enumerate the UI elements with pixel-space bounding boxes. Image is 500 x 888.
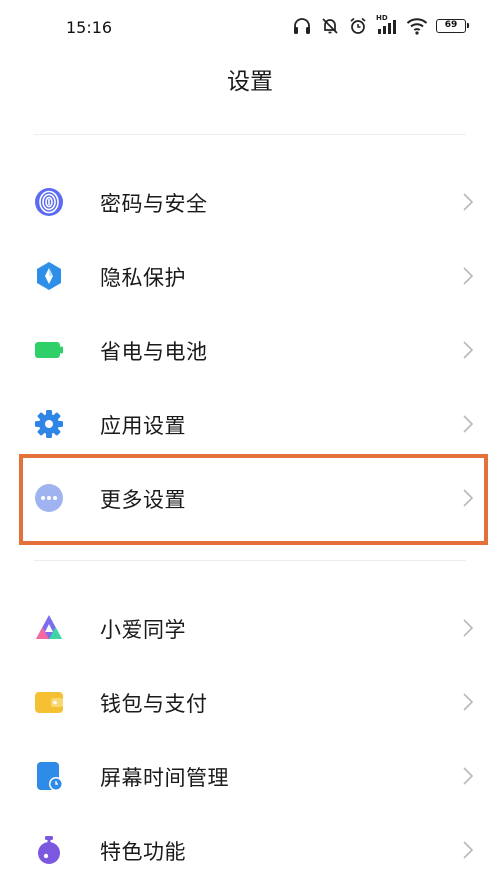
xiaoai-assistant-icon <box>36 615 62 639</box>
alarm-icon <box>350 17 366 34</box>
battery-icon: 69 <box>436 19 469 33</box>
header-divider <box>34 134 466 135</box>
chevron-right-icon <box>463 415 474 433</box>
battery-saver-icon <box>35 342 63 358</box>
settings-item-xiaoai[interactable]: 小爱同学 <box>0 590 500 664</box>
chevron-right-icon <box>463 619 474 637</box>
chevron-right-icon <box>463 193 474 211</box>
status-icons: HD 69 <box>292 14 469 38</box>
status-bar: 15:16 HD 69 <box>0 0 500 56</box>
headphones-icon <box>294 18 310 34</box>
screen-time-icon <box>37 762 63 791</box>
settings-item-label: 小爱同学 <box>100 618 186 642</box>
chevron-right-icon <box>463 841 474 859</box>
settings-item-screen-time[interactable]: 屏幕时间管理 <box>0 738 500 812</box>
battery-level: 69 <box>444 20 458 30</box>
settings-item-label: 特色功能 <box>100 840 186 864</box>
chevron-right-icon <box>463 267 474 285</box>
settings-item-battery[interactable]: 省电与电池 <box>0 312 500 386</box>
fingerprint-icon <box>35 188 63 216</box>
group-divider <box>34 560 466 561</box>
highlight-box <box>19 454 488 545</box>
settings-item-app-settings[interactable]: 应用设置 <box>0 386 500 460</box>
wifi-icon <box>406 18 428 35</box>
status-time: 15:16 <box>66 18 113 37</box>
settings-item-label: 应用设置 <box>100 414 186 438</box>
mute-icon <box>322 18 338 34</box>
settings-item-label: 省电与电池 <box>100 340 208 364</box>
special-features-icon <box>38 836 60 864</box>
settings-item-label: 屏幕时间管理 <box>100 766 229 790</box>
settings-item-label: 隐私保护 <box>100 266 186 290</box>
app-settings-gear-icon <box>35 410 63 438</box>
settings-item-label: 密码与安全 <box>100 192 208 216</box>
settings-item-password-security[interactable]: 密码与安全 <box>0 164 500 238</box>
chevron-right-icon <box>463 341 474 359</box>
settings-item-label: 钱包与支付 <box>100 692 208 716</box>
settings-item-privacy[interactable]: 隐私保护 <box>0 238 500 312</box>
signal-icon: HD <box>376 14 398 35</box>
settings-item-special-features[interactable]: 特色功能 <box>0 812 500 886</box>
chevron-right-icon <box>463 693 474 711</box>
page-title: 设置 <box>227 69 273 95</box>
chevron-right-icon <box>463 767 474 785</box>
wallet-icon <box>35 692 63 713</box>
privacy-shield-icon <box>37 262 61 290</box>
settings-item-wallet[interactable]: 钱包与支付 <box>0 664 500 738</box>
